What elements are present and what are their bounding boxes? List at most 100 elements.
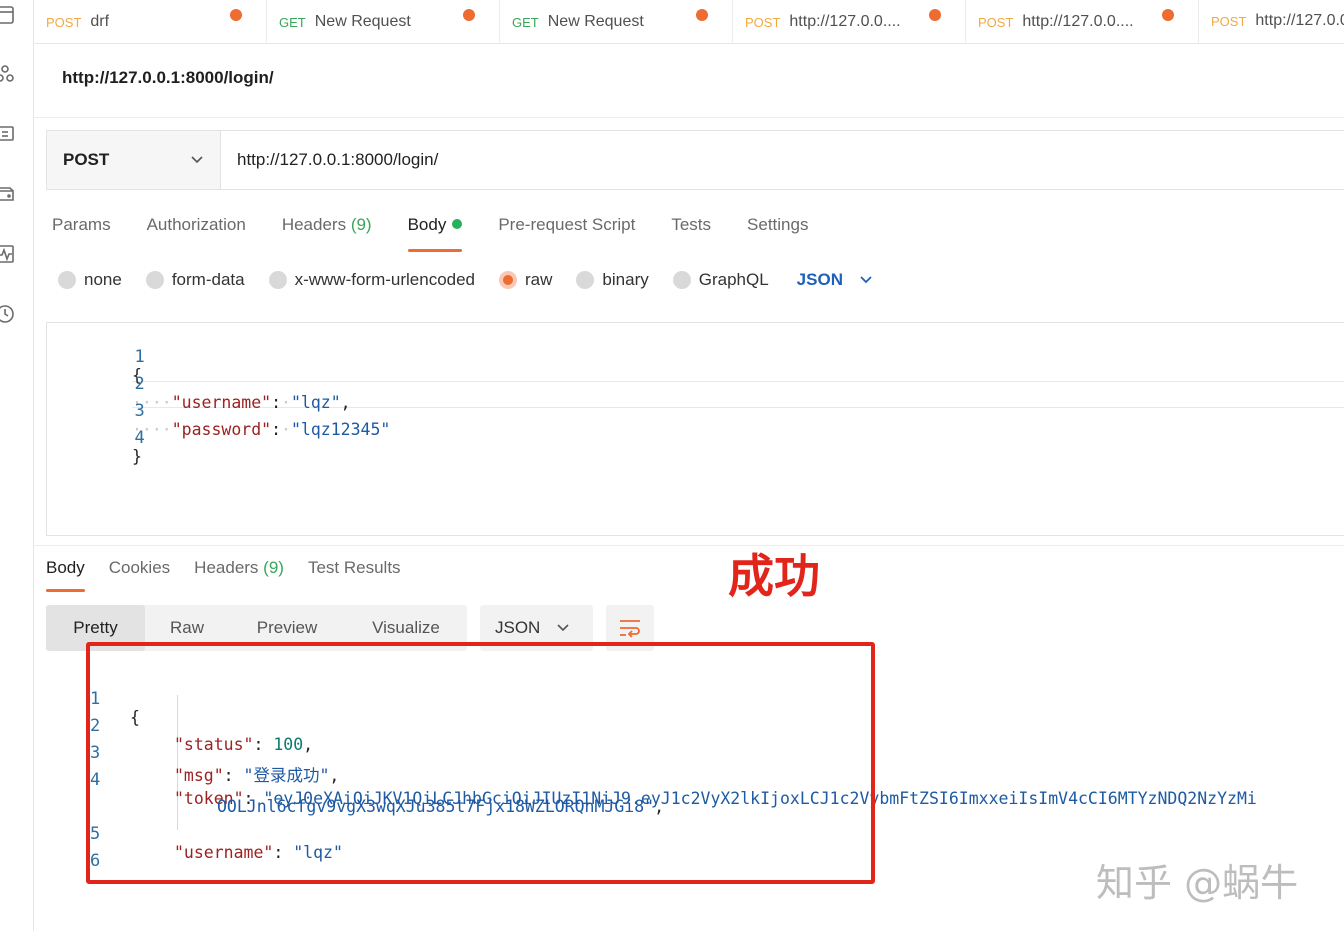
tab-method: POST xyxy=(1211,13,1247,29)
tab-authorization[interactable]: Authorization xyxy=(147,212,246,252)
code-line: 2 "status": 100, xyxy=(46,697,313,754)
code-line: 2 ····"username":·"lqz", xyxy=(47,355,351,412)
view-raw-button[interactable]: Raw xyxy=(145,605,229,651)
request-title[interactable]: http://127.0.0.1:8000/login/ xyxy=(62,68,274,88)
tab-method: GET xyxy=(279,14,306,30)
body-type-form-data[interactable]: form-data xyxy=(145,270,245,290)
unsaved-dot-icon xyxy=(463,9,475,21)
code-line: 5 "username": "lqz" xyxy=(46,805,343,862)
code-line: 3 ····"password":·"lqz12345" xyxy=(47,382,390,439)
request-tab-active[interactable]: POST http://127.0.0.1:8000/login/ xyxy=(1199,0,1344,43)
response-body-viewer[interactable]: 1 { 2 "status": 100, 3 "msg": "登录成功", 4 … xyxy=(46,668,1344,868)
tab-method: POST xyxy=(745,14,781,30)
apis-icon[interactable] xyxy=(0,63,16,85)
response-view-toggle: Pretty Raw Preview Visualize xyxy=(46,605,467,651)
code-text: "status": 100, xyxy=(174,735,314,754)
tab-tests[interactable]: Tests xyxy=(671,212,711,252)
response-format-select[interactable]: JSON xyxy=(480,605,593,651)
tab-headers[interactable]: Headers (9) xyxy=(282,212,372,252)
monitors-icon[interactable] xyxy=(0,243,16,265)
option-label: GraphQL xyxy=(698,270,769,289)
body-type-binary[interactable]: binary xyxy=(576,270,649,290)
tab-pre-request-script[interactable]: Pre-request Script xyxy=(498,212,635,252)
option-label: x-www-form-urlencoded xyxy=(294,270,476,289)
tab-label: Params xyxy=(52,215,111,234)
code-line-wrapped: OOLJnl6cfgv9vgX3wqXJu385t7Fjx18WZLORQnMJ… xyxy=(46,778,664,816)
unsaved-dot-icon xyxy=(696,9,708,21)
tab-name: New Request xyxy=(547,13,644,30)
request-body-editor[interactable]: 1 { 2 ····"username":·"lqz", 3 ····"pass… xyxy=(46,322,1344,536)
tab-label: Headers xyxy=(281,215,347,234)
view-preview-button[interactable]: Preview xyxy=(229,605,345,651)
chevron-down-icon xyxy=(191,156,203,164)
radio-icon xyxy=(145,271,164,289)
option-label: none xyxy=(84,270,122,289)
line-number: 4 xyxy=(134,428,145,448)
line-number: 4 xyxy=(90,770,101,790)
view-visualize-button[interactable]: Visualize xyxy=(345,605,467,651)
method-select[interactable]: POST xyxy=(47,131,221,189)
line-number: 1 xyxy=(90,689,101,709)
option-label: raw xyxy=(525,270,553,289)
option-label: binary xyxy=(602,270,649,289)
code-line: 3 "msg": "登录成功", xyxy=(46,724,339,785)
body-type-raw[interactable]: raw xyxy=(499,270,552,290)
tab-name: drf xyxy=(90,13,110,30)
url-input[interactable] xyxy=(221,131,1344,189)
collections-icon[interactable] xyxy=(0,4,16,26)
code-line: 4 } xyxy=(47,409,145,466)
request-url-bar: POST xyxy=(46,130,1344,190)
code-line: 4 "token": "eyJ0eXAiOiJKV1QiLCJhbGciOiJI… xyxy=(46,751,1257,808)
response-tab-cookies[interactable]: Cookies xyxy=(109,556,170,592)
environments-icon[interactable] xyxy=(0,123,16,145)
line-number: 6 xyxy=(90,851,101,868)
history-icon[interactable] xyxy=(0,303,16,325)
raw-language-select[interactable]: JSON xyxy=(797,270,873,290)
tab-body[interactable]: Body xyxy=(407,212,463,252)
tab-label: Cookies xyxy=(108,558,171,577)
headers-count: (9) xyxy=(263,558,284,577)
radio-icon xyxy=(58,271,76,289)
request-config-tabs: Params Authorization Headers (9) Body Pr… xyxy=(52,212,844,252)
view-pretty-button[interactable]: Pretty xyxy=(46,605,145,651)
tab-method: GET xyxy=(512,14,539,30)
line-number: 5 xyxy=(90,824,101,844)
tab-params[interactable]: Params xyxy=(52,212,111,252)
headers-count: (9) xyxy=(350,215,372,234)
radio-icon xyxy=(268,271,287,289)
tab-label: Pre-request Script xyxy=(498,215,636,234)
tab-label: Body xyxy=(407,215,447,234)
request-tab[interactable]: POST drf xyxy=(34,0,267,43)
option-label: form-data xyxy=(171,270,245,289)
response-tab-test-results[interactable]: Test Results xyxy=(308,556,401,592)
code-text: } xyxy=(132,447,142,466)
radio-icon xyxy=(672,271,691,289)
tab-name: http://127.0.0.... xyxy=(789,13,901,30)
body-type-urlencoded[interactable]: x-www-form-urlencoded xyxy=(268,270,476,290)
tab-settings[interactable]: Settings xyxy=(747,212,808,252)
left-sidebar xyxy=(0,0,34,931)
body-type-graphql[interactable]: GraphQL xyxy=(672,270,769,290)
tab-label: Authorization xyxy=(146,215,246,234)
tab-method: POST xyxy=(46,14,82,30)
mock-servers-icon[interactable] xyxy=(0,183,16,205)
modified-dot-icon xyxy=(452,219,463,229)
chevron-down-icon xyxy=(557,624,569,632)
wrap-lines-button[interactable] xyxy=(606,605,654,651)
body-type-options: none form-data x-www-form-urlencoded raw… xyxy=(58,266,873,294)
unsaved-dot-icon xyxy=(230,9,242,21)
code-line: 1 { xyxy=(46,670,140,727)
request-tab[interactable]: POST http://127.0.0.... xyxy=(733,0,966,43)
request-tab[interactable]: GET New Request xyxy=(500,0,733,43)
tab-label: Headers xyxy=(194,558,259,577)
request-tab[interactable]: GET New Request xyxy=(267,0,500,43)
request-tab[interactable]: POST http://127.0.0.... xyxy=(966,0,1199,43)
radio-icon xyxy=(576,271,595,289)
response-tab-body[interactable]: Body xyxy=(46,556,85,592)
body-type-none[interactable]: none xyxy=(58,270,122,290)
chevron-down-icon xyxy=(860,276,872,284)
response-tabs: Body Cookies Headers (9) Test Results xyxy=(46,556,425,594)
language-value: JSON xyxy=(796,270,843,289)
response-tab-headers[interactable]: Headers (9) xyxy=(194,556,284,592)
code-text: ····"password":·"lqz12345" xyxy=(132,420,391,439)
